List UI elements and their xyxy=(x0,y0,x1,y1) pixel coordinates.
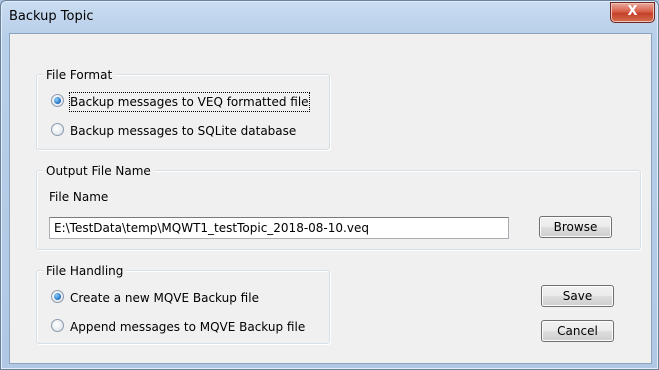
file-format-legend: File Format xyxy=(43,67,116,83)
radio-append-label: Append messages to MQVE Backup file xyxy=(70,319,306,334)
radio-veq-format-label: Backup messages to VEQ formatted file xyxy=(69,91,310,112)
radio-create-new-label: Create a new MQVE Backup file xyxy=(70,290,259,305)
file-handling-group: File Handling Create a new MQVE Backup f… xyxy=(36,263,330,344)
radio-create-new[interactable]: Create a new MQVE Backup file xyxy=(51,288,259,306)
output-file-group: Output File Name File Name Browse xyxy=(36,163,641,250)
browse-button[interactable]: Browse xyxy=(539,216,612,238)
radio-sqlite-format[interactable]: Backup messages to SQLite database xyxy=(51,121,296,139)
output-file-legend: Output File Name xyxy=(43,163,154,179)
close-icon: X xyxy=(627,4,638,19)
radio-button[interactable] xyxy=(51,123,64,136)
cancel-button[interactable]: Cancel xyxy=(541,320,614,342)
file-name-input[interactable] xyxy=(49,217,509,239)
save-button[interactable]: Save xyxy=(541,285,614,307)
file-handling-legend: File Handling xyxy=(43,263,127,279)
radio-button-checked[interactable] xyxy=(51,290,64,303)
title-bar[interactable]: Backup Topic X xyxy=(1,1,658,33)
radio-append[interactable]: Append messages to MQVE Backup file xyxy=(51,317,305,335)
file-format-group: File Format Backup messages to VEQ forma… xyxy=(36,67,330,150)
window-title: Backup Topic xyxy=(9,9,94,24)
radio-button-checked[interactable] xyxy=(51,94,64,107)
radio-button[interactable] xyxy=(51,319,64,332)
file-name-label: File Name xyxy=(49,190,109,204)
radio-sqlite-format-label: Backup messages to SQLite database xyxy=(70,123,297,138)
backup-topic-dialog: Backup Topic X File Format Backup messag… xyxy=(0,0,659,370)
radio-veq-format[interactable]: Backup messages to VEQ formatted file xyxy=(51,91,310,112)
close-button[interactable]: X xyxy=(610,2,655,23)
dialog-body: File Format Backup messages to VEQ forma… xyxy=(9,33,652,364)
